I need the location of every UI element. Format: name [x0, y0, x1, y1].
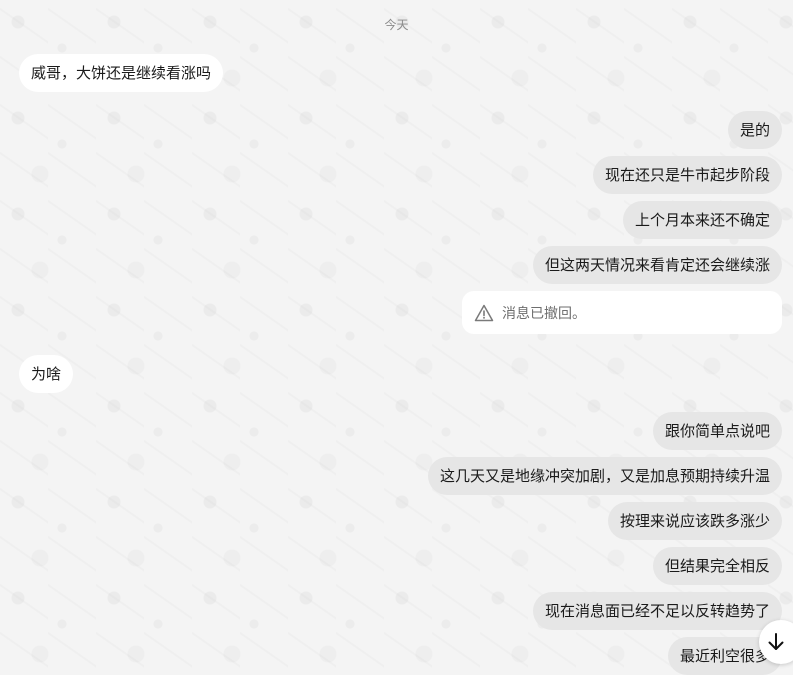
message-outgoing[interactable]: 但这两天情况来看肯定还会继续涨 [532, 246, 782, 284]
message-outgoing[interactable]: 现在还只是牛市起步阶段 [592, 156, 782, 194]
message-incoming[interactable]: 威哥，大饼还是继续看涨吗 [19, 54, 224, 92]
recalled-message-notice[interactable]: 消息已撤回。 [462, 291, 782, 334]
message-outgoing[interactable]: 上个月本来还不确定 [622, 201, 782, 239]
message-outgoing[interactable]: 现在消息面已经不足以反转趋势了 [532, 592, 782, 630]
message-outgoing[interactable]: 是的 [727, 111, 782, 149]
message-outgoing[interactable]: 跟你简单点说吧 [652, 412, 782, 450]
message-outgoing[interactable]: 但结果完全相反 [652, 547, 782, 585]
arrow-down-icon [768, 633, 784, 650]
recalled-message-text: 消息已撤回。 [502, 305, 586, 322]
message-outgoing[interactable]: 按理来说应该跌多涨少 [607, 502, 782, 540]
message-outgoing[interactable]: 这几天又是地缘冲突加剧，又是加息预期持续升温 [427, 457, 782, 495]
date-divider: 今天 [384, 18, 409, 32]
chat-view[interactable]: 今天 威哥，大饼还是继续看涨吗 是的 现在还只是牛市起步阶段 上个月本来还不确定… [0, 0, 793, 675]
message-incoming[interactable]: 为啥 [19, 355, 74, 393]
warning-triangle-icon [474, 303, 494, 323]
